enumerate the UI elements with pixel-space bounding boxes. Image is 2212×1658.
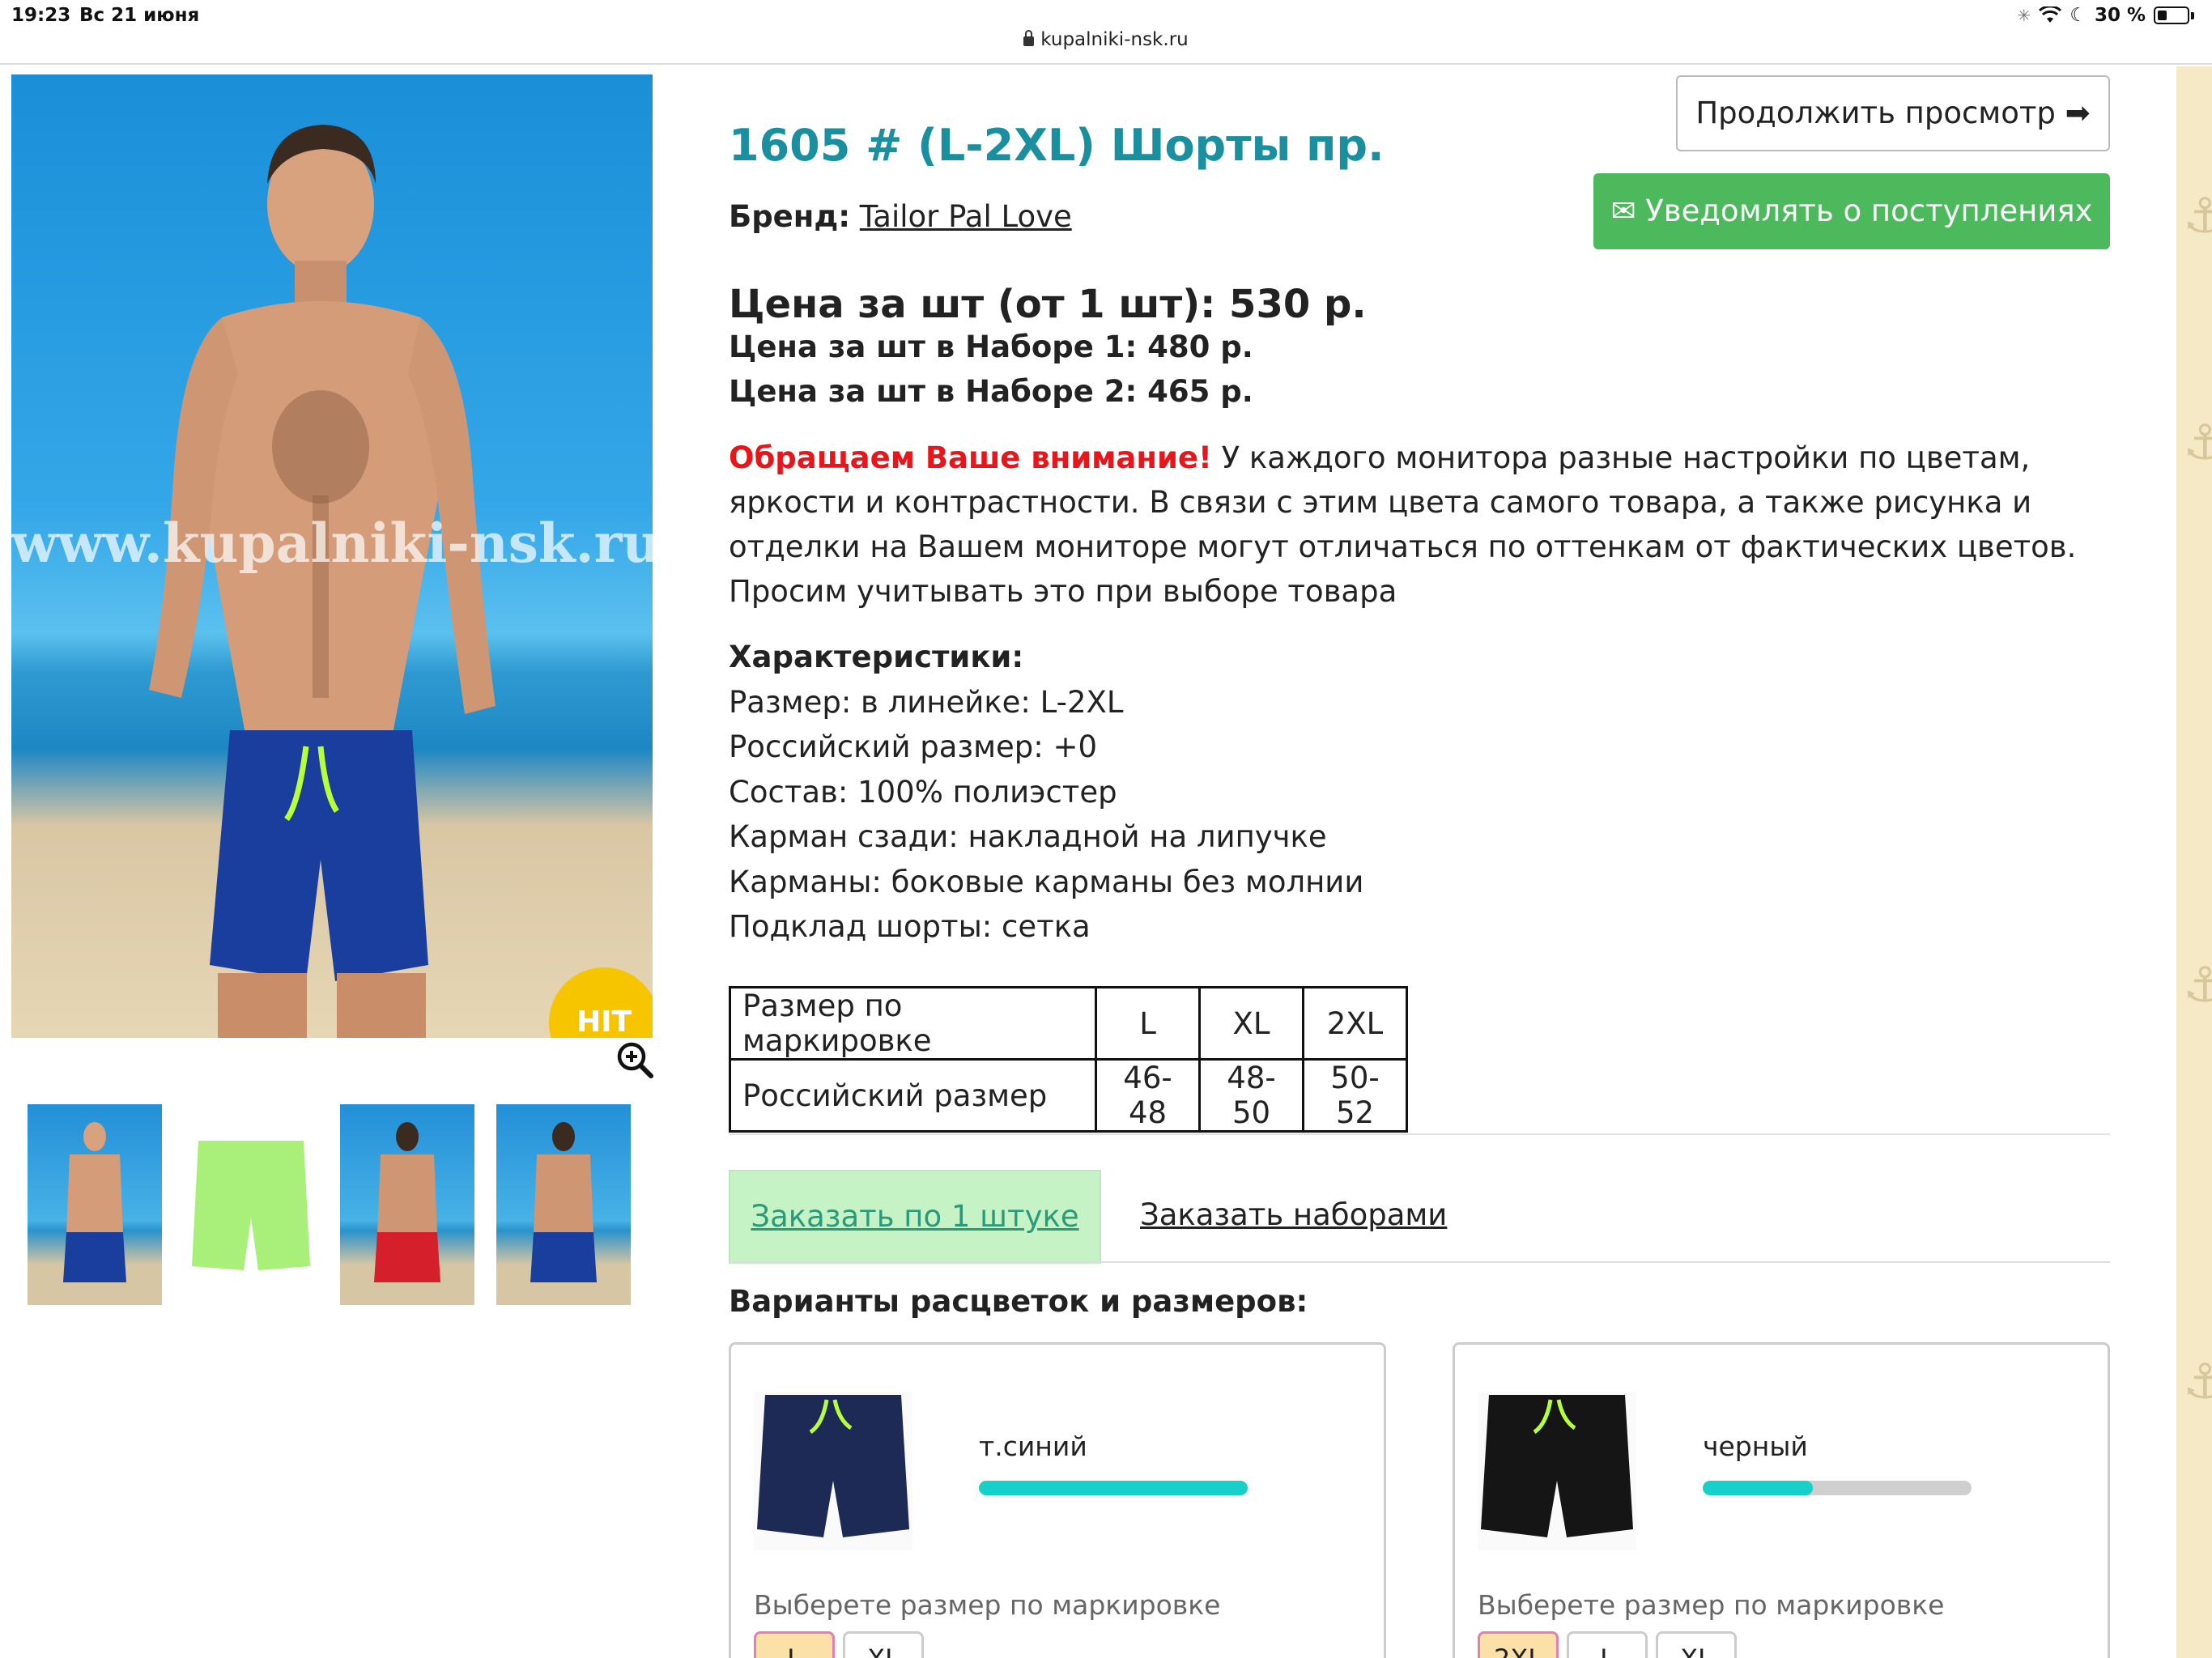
thumbnail-2[interactable]: [184, 1104, 318, 1305]
anchor-icon: ⚓: [2183, 957, 2212, 1014]
price-set-2: Цена за шт в Наборе 2: 465 р.: [729, 374, 1253, 409]
battery-percent: 30 %: [2094, 5, 2146, 26]
size-hint: Выберете размер по маркировке: [754, 1589, 1221, 1621]
shorts-photo: [757, 1395, 909, 1537]
anchor-icon: ⚓: [2183, 414, 2212, 471]
brand-line: Бренд: Tailor Pal Love: [729, 199, 1072, 234]
moon-icon: ☾: [2069, 5, 2087, 26]
battery-icon: [2154, 6, 2189, 24]
loading-icon: ✳: [2017, 6, 2031, 25]
size-option[interactable]: XL: [1656, 1631, 1737, 1658]
table-cell: L: [1095, 986, 1201, 1061]
hit-badge: HIT: [549, 967, 653, 1038]
table-cell: Российский размер: [729, 1058, 1097, 1133]
variant-image[interactable]: [754, 1392, 912, 1550]
status-indicators: ✳ ☾ 30 %: [2018, 5, 2194, 26]
stock-bar: [979, 1481, 1248, 1495]
thumbnail-4[interactable]: [496, 1104, 631, 1305]
battery-cap: [2191, 11, 2194, 19]
table-row: Российский размер 46-48 48-50 50-52: [729, 1058, 1408, 1133]
size-table: Размер по маркировке L XL 2XL Российский…: [729, 986, 1408, 1133]
variant-card: черный Выберете размер по маркировке 2XL…: [1453, 1342, 2110, 1658]
shorts-photo: [1481, 1395, 1633, 1537]
variant-image[interactable]: [1478, 1392, 1636, 1550]
url-text: kupalniki-nsk.ru: [1040, 29, 1189, 50]
specs-title: Характеристики:: [729, 640, 1024, 674]
size-option[interactable]: L: [1567, 1631, 1648, 1658]
notify-label: Уведомлять о поступлениях: [1645, 193, 2093, 228]
address-bar[interactable]: kupalniki-nsk.ru: [0, 29, 2212, 63]
status-time: 19:23: [11, 5, 71, 26]
continue-browsing-button[interactable]: Продолжить просмотр ➡: [1676, 75, 2110, 151]
stock-bar-fill: [979, 1481, 1248, 1495]
notice-warning: Обращаем Ваше внимание!: [729, 440, 1212, 475]
product-main-image[interactable]: www.kupalniki-nsk.ru HIT: [11, 74, 653, 1038]
thumbnail-1[interactable]: [28, 1104, 162, 1305]
continue-label: Продолжить просмотр: [1695, 96, 2056, 130]
watermark-text: www.kupalniki-nsk.ru: [11, 512, 653, 575]
brand-label: Бренд:: [729, 199, 851, 234]
table-cell: Размер по маркировке: [729, 986, 1097, 1061]
decorative-side-strip: ⚓ ⚓ ⚓ ⚓: [2176, 66, 2212, 1658]
shorts-shape: [757, 1395, 909, 1537]
spec-line: Российский размер: +0: [729, 729, 1098, 764]
table-cell: 2XL: [1302, 986, 1408, 1061]
size-option[interactable]: L: [754, 1631, 835, 1658]
spec-line: Размер: в линейке: L-2XL: [729, 685, 1124, 720]
size-option[interactable]: 2XL: [1478, 1631, 1559, 1658]
price-set-1: Цена за шт в Наборе 1: 480 р.: [729, 329, 1253, 364]
thumbnail-photo: [374, 1122, 440, 1282]
thumbnail-3[interactable]: [340, 1104, 474, 1305]
color-notice: Обращаем Ваше внимание! У каждого монито…: [729, 436, 2121, 614]
thumbnail-photo: [63, 1122, 126, 1282]
size-hint: Выберете размер по маркировке: [1478, 1589, 1945, 1621]
size-option[interactable]: XL: [843, 1631, 924, 1658]
table-cell: 48-50: [1198, 1058, 1304, 1133]
brand-link[interactable]: Tailor Pal Love: [860, 199, 1072, 234]
anchor-icon: ⚓: [2183, 1354, 2212, 1410]
thumbnail-photo: [192, 1141, 310, 1270]
toolbar-divider: [0, 63, 2212, 65]
variant-color: т.синий: [979, 1431, 1087, 1462]
shorts-shape: [1481, 1395, 1633, 1537]
variant-color: черный: [1703, 1431, 1808, 1462]
table-cell: 50-52: [1302, 1058, 1408, 1133]
table-cell: 46-48: [1095, 1058, 1201, 1133]
table-row: Размер по маркировке L XL 2XL: [729, 986, 1408, 1061]
table-cell: XL: [1198, 986, 1304, 1061]
stock-bar-fill: [1703, 1481, 1814, 1495]
status-date: Вс 21 июня: [79, 5, 200, 26]
anchor-icon: ⚓: [2183, 188, 2212, 244]
tab-order-single[interactable]: Заказать по 1 штуке: [729, 1170, 1101, 1264]
spec-line: Карман сзади: накладной на липучке: [729, 819, 1327, 854]
zoom-in-icon[interactable]: [615, 1040, 654, 1079]
product-title: 1605 # (L-2XL) Шорты пр.: [729, 120, 1385, 171]
stock-bar: [1703, 1481, 1972, 1495]
wifi-icon: [2039, 6, 2062, 23]
spec-line: Карманы: боковые карманы без молнии: [729, 865, 1364, 899]
price-single: Цена за шт (от 1 шт): 530 р.: [729, 282, 1367, 327]
tabs-divider: [729, 1261, 2110, 1263]
tab-order-sets[interactable]: Заказать наборами: [1140, 1170, 1447, 1264]
lock-icon: [1023, 30, 1035, 46]
section-divider: [729, 1133, 2110, 1135]
variant-card: т.синий Выберете размер по маркировке L …: [729, 1342, 1386, 1658]
arrow-right-icon: ➡: [2065, 96, 2091, 130]
spec-line: Подклад шорты: сетка: [729, 909, 1091, 944]
spec-line: Состав: 100% полиэстер: [729, 775, 1117, 810]
notify-button[interactable]: ✉ Уведомлять о поступлениях: [1593, 173, 2110, 249]
envelope-icon: ✉: [1610, 193, 1636, 228]
thumbnail-photo: [530, 1122, 597, 1282]
variants-title: Варианты расцветок и размеров:: [729, 1284, 1308, 1319]
